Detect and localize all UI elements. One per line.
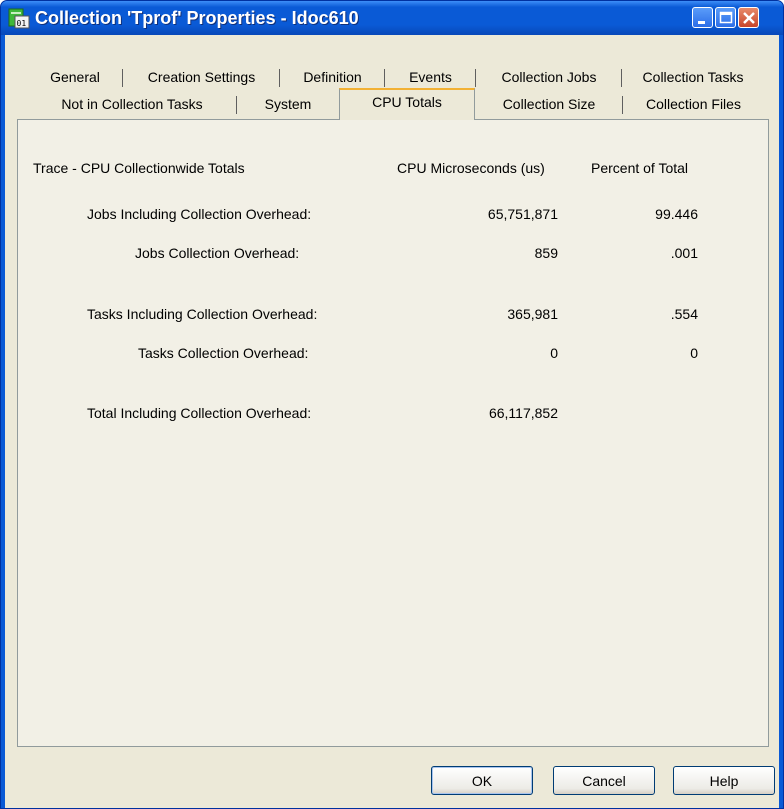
ok-button[interactable]: OK [431,766,533,795]
tab-collection-size[interactable]: Collection Size [475,94,623,114]
tab-label: Creation Settings [147,69,256,85]
tab-cpu-totals[interactable]: CPU Totals [339,88,475,120]
properties-window: 01 Collection 'Tprof' Properties - Idoc6… [0,0,784,809]
cpu-value-tasks-overhead: 0 [550,345,558,361]
tab-general[interactable]: General [27,67,123,87]
tab-events[interactable]: Events [385,67,476,87]
maximize-button[interactable] [715,7,736,28]
tab-label: General [50,69,100,85]
tab-collection-files[interactable]: Collection Files [623,94,764,114]
tab-label: Definition [303,69,362,85]
minimize-icon [698,21,705,24]
row-label-jobs-overhead: Jobs Collection Overhead: [135,245,300,261]
maximize-icon [719,11,733,24]
percent-value-jobs-overhead: .001 [670,245,698,261]
cpu-value-jobs-including-overhead: 65,751,871 [487,206,558,222]
row-label-jobs-including-overhead: Jobs Including Collection Overhead: [87,206,312,222]
cpu-totals-panel: Trace - CPU Collectionwide Totals CPU Mi… [17,119,769,747]
percent-value-tasks-overhead: 0 [690,345,698,361]
cpu-value-jobs-overhead: 859 [534,245,558,261]
tab-collection-tasks[interactable]: Collection Tasks [622,67,764,87]
close-button[interactable] [738,7,759,28]
tab-label: System [264,96,312,112]
tab-label: CPU Totals [372,94,442,110]
cancel-button[interactable]: Cancel [553,766,655,795]
tab-collection-jobs[interactable]: Collection Jobs [476,67,622,87]
section-title: Trace - CPU Collectionwide Totals [33,160,245,176]
window-title: Collection 'Tprof' Properties - Idoc610 [35,8,359,28]
tab-definition[interactable]: Definition [280,67,385,87]
cpu-value-total-including-overhead: 66,117,852 [488,405,558,421]
svg-text:01: 01 [17,19,27,28]
tab-label: Collection Tasks [642,69,744,85]
close-icon [743,12,755,24]
column-header-cpu: CPU Microseconds (us) [397,160,545,176]
tab-label: Events [409,69,452,85]
percent-value-tasks-including-overhead: .554 [670,306,698,322]
title-bar[interactable]: 01 Collection 'Tprof' Properties - Idoc6… [1,1,783,35]
help-button[interactable]: Help [673,766,775,795]
tab-creation-settings[interactable]: Creation Settings [123,67,280,87]
tab-label: Collection Jobs [501,69,597,85]
collection-app-icon: 01 [8,8,30,29]
row-label-tasks-overhead: Tasks Collection Overhead: [138,345,309,361]
tab-label: Collection Files [646,96,741,112]
cpu-value-tasks-including-overhead: 365,981 [507,306,558,322]
tab-not-in-collection-tasks[interactable]: Not in Collection Tasks [27,94,237,114]
tab-label: Collection Size [502,96,596,112]
row-label-tasks-including-overhead: Tasks Including Collection Overhead: [87,306,318,322]
column-header-percent: Percent of Total [591,160,689,176]
minimize-button[interactable] [692,7,713,28]
row-label-total-including-overhead: Total Including Collection Overhead: [87,405,312,421]
percent-value-jobs-including-overhead: 99.446 [655,206,698,222]
tab-label: Not in Collection Tasks [61,96,203,112]
dialog-client-area: General Creation Settings Definition Eve… [5,35,779,808]
tab-system[interactable]: System [237,94,339,114]
